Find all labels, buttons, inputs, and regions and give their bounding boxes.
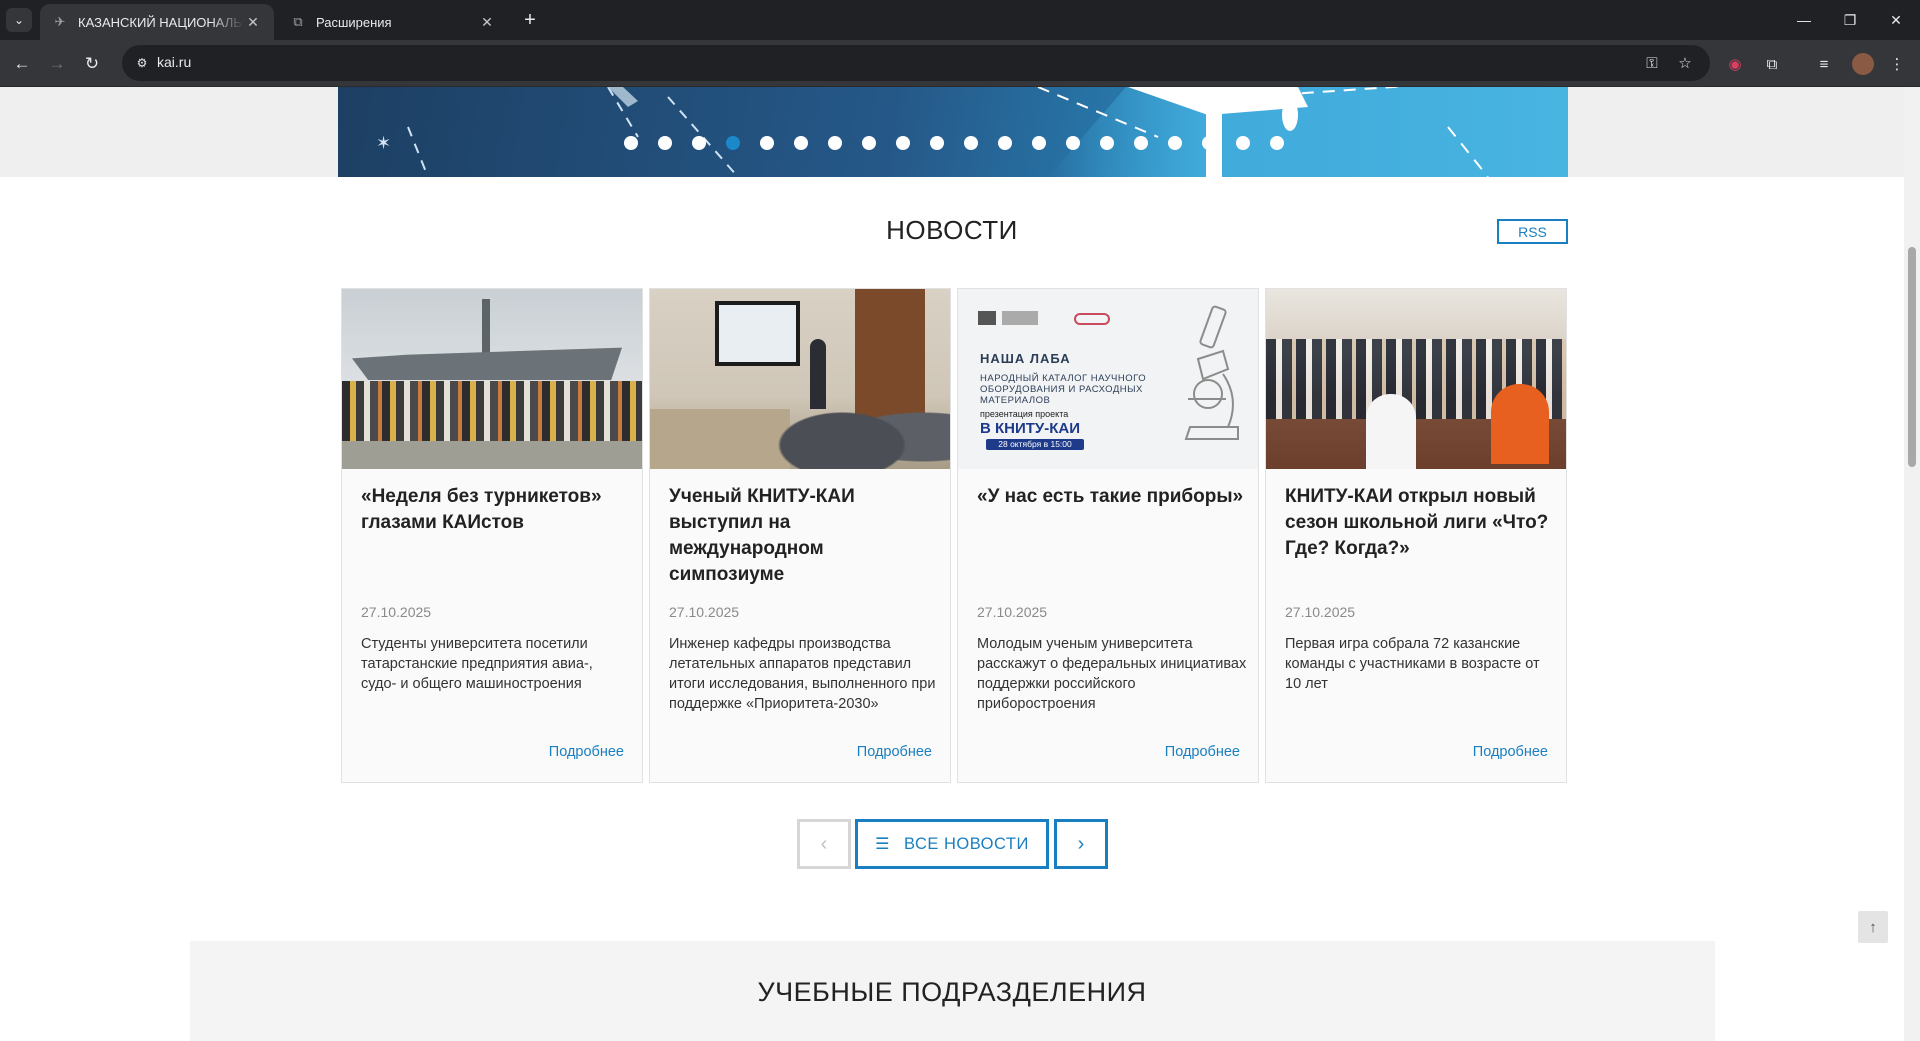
tab-search-icon[interactable]: ⌄ <box>6 8 32 32</box>
scroll-to-top-button[interactable]: ↑ <box>1858 911 1888 943</box>
emblem-icon <box>978 311 1038 325</box>
carousel-dot[interactable] <box>998 136 1012 150</box>
carousel-dot[interactable] <box>624 136 638 150</box>
carousel-dot[interactable] <box>1236 136 1250 150</box>
news-card-description: Первая игра собрала 72 казанские команды… <box>1285 636 1540 692</box>
carousel-dot[interactable] <box>828 136 842 150</box>
extension-record-icon[interactable]: ◉ <box>1723 52 1747 76</box>
carousel-dot[interactable] <box>1168 136 1182 150</box>
page-scrollbar[interactable] <box>1904 87 1920 1041</box>
news-card-heading[interactable]: Ученый КНИТУ-КАИ выступил на международн… <box>669 484 939 588</box>
read-more-link[interactable]: Подробнее <box>549 744 624 760</box>
poster-subtitle: НАРОДНЫЙ КАТАЛОГ НАУЧНОГО ОБОРУДОВАНИЯ И… <box>980 373 1147 406</box>
news-card-heading[interactable]: «У нас есть такие приборы» <box>977 484 1247 510</box>
news-card-description: Молодым ученым университета расскажут о … <box>977 636 1247 712</box>
news-card[interactable]: «Неделя без турникетов» глазами КАИстов … <box>341 288 643 783</box>
news-card-date: 27.10.2025 <box>669 604 740 620</box>
carousel-dot[interactable] <box>896 136 910 150</box>
bookmark-star-icon[interactable]: ☆ <box>1675 53 1695 73</box>
news-cards: «Неделя без турникетов» глазами КАИстов … <box>341 288 1567 783</box>
airplane-illustration: ✶ <box>376 87 1489 177</box>
poster-line: презентация проекта <box>980 409 1069 419</box>
browser-tabstrip: ⌄ ✈ КАЗАНСКИЙ НАЦИОНАЛЬНЫЙ ✕ ⧉ Расширени… <box>0 0 1920 40</box>
poster-line: В КНИТУ-КАИ <box>980 420 1081 437</box>
logo-icon <box>1074 313 1110 325</box>
news-card-poster[interactable]: НАША ЛАБА НАРОДНЫЙ КАТАЛОГ НАУЧНОГО ОБОР… <box>958 289 1258 469</box>
forward-icon[interactable]: → <box>43 50 71 78</box>
carousel-dot[interactable] <box>1100 136 1114 150</box>
media-control-icon[interactable]: ≡ <box>1812 52 1836 76</box>
all-news-label: ВСЕ НОВОСТИ <box>904 834 1029 853</box>
kai-favicon-icon: ✈ <box>54 14 66 29</box>
carousel-dots <box>338 136 1568 152</box>
news-section-title: НОВОСТИ <box>886 215 1018 245</box>
carousel-dot[interactable] <box>794 136 808 150</box>
poster-title: НАША ЛАБА <box>980 351 1071 366</box>
url-text: kai.ru <box>157 54 192 70</box>
tab-title: Расширения <box>316 14 392 30</box>
carousel-dot[interactable] <box>862 136 876 150</box>
news-card-heading[interactable]: «Неделя без турникетов» глазами КАИстов <box>361 484 631 536</box>
news-card-date: 27.10.2025 <box>361 604 432 620</box>
news-card-heading[interactable]: КНИТУ-КАИ открыл новый сезон школьной ли… <box>1285 484 1555 562</box>
browser-toolbar: ← → ↻ ⚙ kai.ru ⚿ ☆ ◉ ⧉ ≡ ⋮ <box>0 40 1920 87</box>
site-info-icon[interactable]: ⚙ <box>130 51 154 75</box>
profile-avatar[interactable] <box>1852 53 1874 75</box>
window-close-icon[interactable]: ✕ <box>1868 0 1920 40</box>
carousel-dot[interactable] <box>930 136 944 150</box>
reload-icon[interactable]: ↻ <box>78 50 106 78</box>
microscope-icon <box>1184 305 1239 440</box>
news-card-date: 27.10.2025 <box>977 604 1048 620</box>
news-card-photo[interactable] <box>1266 289 1566 469</box>
menu-kebab-icon[interactable]: ⋮ <box>1885 52 1909 76</box>
tab-title: КАЗАНСКИЙ НАЦИОНАЛЬНЫЙ <box>78 14 244 30</box>
rss-button[interactable]: RSS <box>1497 219 1568 244</box>
back-icon[interactable]: ← <box>8 50 36 78</box>
news-card-date: 27.10.2025 <box>1285 604 1356 620</box>
poster-date: 28 октября в 15:00 <box>986 439 1084 450</box>
news-card[interactable]: Ученый КНИТУ-КАИ выступил на международн… <box>649 288 951 783</box>
arrow-up-icon: ↑ <box>1869 918 1877 936</box>
news-card[interactable]: НАША ЛАБА НАРОДНЫЙ КАТАЛОГ НАУЧНОГО ОБОР… <box>957 288 1259 783</box>
chevron-right-icon: › <box>1077 832 1085 855</box>
extensions-puzzle-icon[interactable]: ⧉ <box>1760 52 1784 76</box>
carousel-dot[interactable] <box>692 136 706 150</box>
tab-kai[interactable]: ✈ КАЗАНСКИЙ НАЦИОНАЛЬНЫЙ ✕ <box>40 4 274 40</box>
read-more-link[interactable]: Подробнее <box>1165 744 1240 760</box>
carousel-dot[interactable] <box>1270 136 1284 150</box>
all-news-button[interactable]: ☰ ВСЕ НОВОСТИ <box>855 819 1049 869</box>
new-tab-button[interactable]: + <box>518 8 542 32</box>
news-card-description: Инженер кафедры производства летательных… <box>669 636 936 712</box>
key-icon[interactable]: ⚿ <box>1642 53 1662 73</box>
news-card-photo[interactable] <box>650 289 950 469</box>
read-more-link[interactable]: Подробнее <box>1473 744 1548 760</box>
hero-banner: ✶ <box>338 87 1568 177</box>
carousel-dot[interactable] <box>1032 136 1046 150</box>
carousel-dot[interactable] <box>964 136 978 150</box>
news-card-photo[interactable] <box>342 289 642 469</box>
list-icon: ☰ <box>875 836 891 853</box>
address-bar[interactable]: ⚙ kai.ru ⚿ ☆ <box>122 45 1710 81</box>
tab-extensions[interactable]: ⧉ Расширения ✕ <box>278 4 508 40</box>
carousel-dot[interactable] <box>760 136 774 150</box>
carousel-dot[interactable] <box>1202 136 1216 150</box>
news-card[interactable]: КНИТУ-КАИ открыл новый сезон школьной ли… <box>1265 288 1567 783</box>
carousel-dot[interactable] <box>658 136 672 150</box>
tab-close-icon[interactable]: ✕ <box>244 14 262 31</box>
chevron-left-icon: ‹ <box>820 832 828 855</box>
puzzle-icon: ⧉ <box>293 14 303 29</box>
read-more-link[interactable]: Подробнее <box>857 744 932 760</box>
news-pager: ‹ ☰ ВСЕ НОВОСТИ › <box>0 819 1904 871</box>
prev-news-button[interactable]: ‹ <box>797 819 851 869</box>
next-news-button[interactable]: › <box>1054 819 1108 869</box>
carousel-dot[interactable] <box>1134 136 1148 150</box>
carousel-dot[interactable] <box>1066 136 1080 150</box>
page-viewport: ✶ НОВОСТИ RSS «Неделя без турникетов» гл… <box>0 87 1904 1041</box>
carousel-dot[interactable] <box>726 136 740 150</box>
units-section-title: УЧЕБНЫЕ ПОДРАЗДЕЛЕНИЯ <box>757 977 1147 1007</box>
tab-close-icon[interactable]: ✕ <box>478 14 496 31</box>
scrollbar-thumb[interactable] <box>1908 247 1916 467</box>
news-card-description: Студенты университета посетили татарстан… <box>361 636 593 692</box>
